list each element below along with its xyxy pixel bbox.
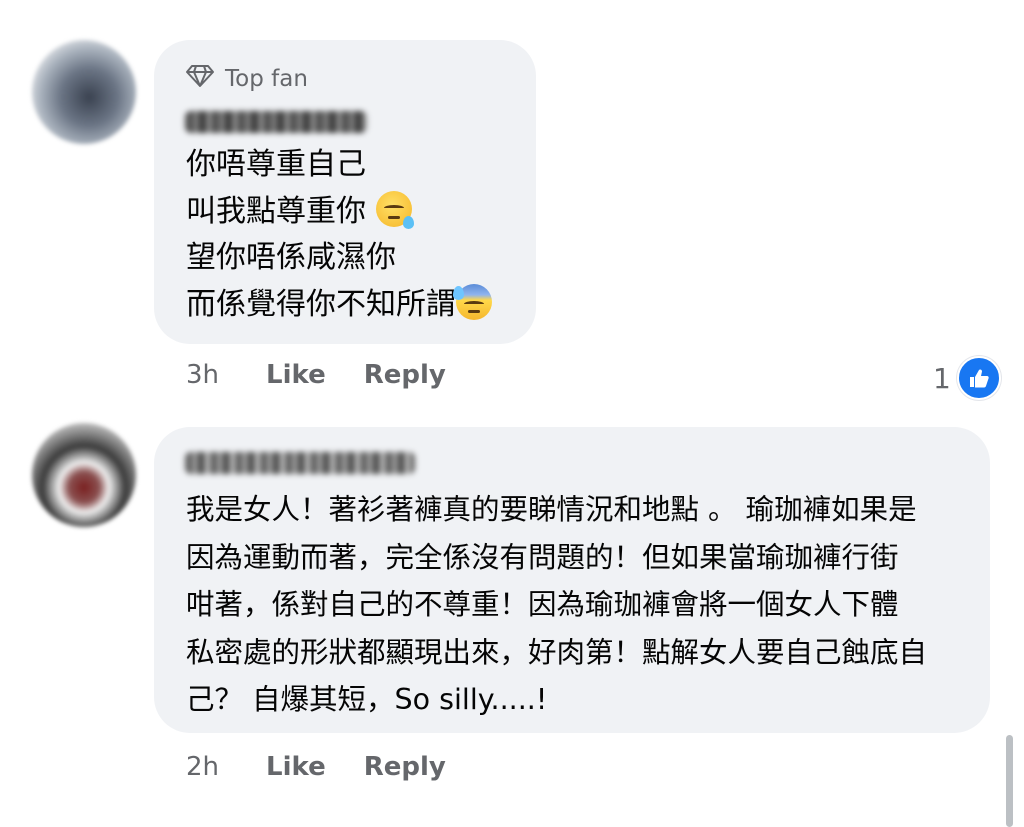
scrollbar[interactable] [1006, 735, 1013, 827]
reply-button[interactable]: Reply [364, 752, 446, 782]
reaction-count: 1 [933, 361, 951, 395]
comment-text: 我是女人！著衫著褲真的要睇情況和地點 。 瑜珈褲如果是 因為運動而著，完全係沒有… [186, 486, 976, 724]
top-fan-badge: Top fan [185, 64, 308, 94]
comment-line: 咁著，係對自己的不尊重！因為瑜珈褲會將一個女人下體 [186, 588, 899, 621]
thumbs-up-icon [956, 356, 1001, 400]
commenter-name-blurred[interactable] [185, 452, 415, 474]
top-fan-label: Top fan [225, 66, 308, 92]
comment-line: 私密處的形狀都顯現出來，好肉第！點解女人要自己蝕底自 [186, 635, 928, 669]
comment-actions: 2h Like Reply [186, 752, 484, 782]
comment-line: 己？ 自爆其短，So silly.....! [186, 683, 548, 716]
comment-actions: 3h Like Reply [186, 360, 484, 390]
reaction-summary[interactable]: 1 [933, 356, 1001, 400]
like-button[interactable]: Like [266, 360, 326, 390]
downcast-sweat-face-emoji [453, 283, 492, 320]
like-button[interactable]: Like [266, 752, 326, 782]
reply-button[interactable]: Reply [364, 360, 446, 390]
diamond-icon [185, 64, 215, 94]
comment-line: 我是女人！著衫著褲真的要睇情況和地點 。 瑜珈褲如果是 [186, 493, 917, 526]
comment-line: 而係覺得你不知所謂 [186, 286, 456, 322]
comment-timestamp[interactable]: 2h [186, 752, 266, 782]
comment-line: 因為運動而著，完全係沒有問題的！但如果當瑜珈褲行街 [186, 540, 899, 574]
commenter-avatar[interactable] [32, 40, 136, 144]
comment-line: 叫我點尊重你 [186, 193, 366, 229]
comment-line: 望你唔係咸濕你 [186, 240, 396, 275]
commenter-name-blurred[interactable] [185, 111, 367, 133]
comment-timestamp[interactable]: 3h [186, 360, 266, 390]
commenter-avatar[interactable] [32, 423, 136, 527]
sleepy-face-emoji [375, 190, 414, 229]
comment-line: 你唔尊重自己 [186, 147, 366, 182]
comment-text: 你唔尊重自己 叫我點尊重你 望你唔係咸濕你 而係覺得你不知所謂 [186, 142, 492, 328]
